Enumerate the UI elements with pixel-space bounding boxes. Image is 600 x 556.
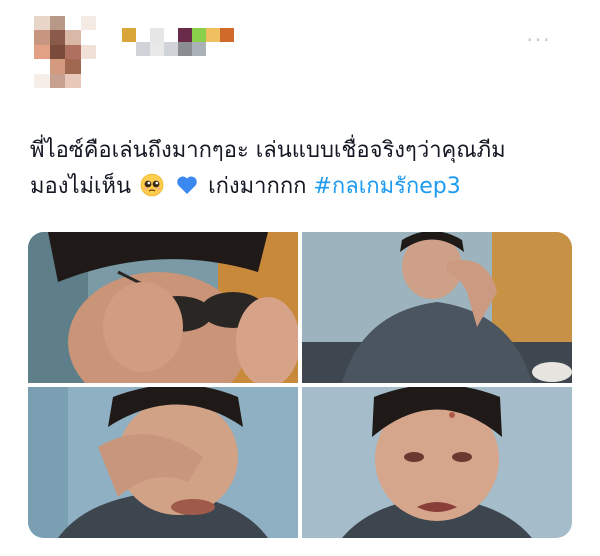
avatar-pixel bbox=[65, 30, 81, 45]
avatar-pixel bbox=[80, 16, 96, 31]
avatar-pixel bbox=[65, 59, 81, 74]
avatar-pixel bbox=[34, 44, 50, 60]
avatar-pixel bbox=[65, 16, 81, 31]
avatar-pixel bbox=[49, 44, 65, 60]
name-pixel bbox=[192, 28, 206, 42]
more-options-icon[interactable]: ··· bbox=[524, 30, 554, 54]
name-pixel bbox=[122, 42, 136, 56]
name-pixel bbox=[206, 28, 220, 42]
avatar-pixel bbox=[80, 73, 96, 88]
tweet-text-line-1: พี่ไอซ์คือเล่นถึงมากๆอะ เล่นแบบเชื่อจริง… bbox=[30, 138, 506, 163]
avatar-pixel bbox=[34, 16, 50, 31]
name-pixel bbox=[220, 28, 234, 42]
avatar-pixel bbox=[49, 30, 65, 45]
name-pixel bbox=[164, 42, 178, 56]
name-pixel bbox=[150, 28, 164, 42]
media-image-4[interactable] bbox=[302, 387, 572, 538]
avatar-pixel bbox=[49, 73, 65, 88]
avatar-pixel bbox=[65, 73, 81, 88]
avatar[interactable] bbox=[34, 16, 96, 88]
avatar-pixel bbox=[34, 73, 50, 88]
tweet-header: ··· bbox=[34, 16, 554, 96]
avatar-pixel bbox=[65, 44, 81, 60]
tweet-text-line-2: มองไม่เห็น เก่งมากกก #กลเกมรักep3 bbox=[30, 169, 570, 209]
name-pixel bbox=[122, 28, 136, 42]
name-pixel bbox=[178, 42, 192, 56]
avatar-pixel bbox=[49, 59, 65, 74]
pleading-face-icon bbox=[140, 173, 164, 209]
tweet-text: พี่ไอซ์คือเล่นถึงมากๆอะ เล่นแบบเชื่อจริง… bbox=[30, 133, 570, 209]
man-crying-image bbox=[302, 387, 572, 538]
name-pixel bbox=[150, 42, 164, 56]
media-image-2[interactable] bbox=[302, 232, 572, 383]
name-pixel bbox=[192, 42, 206, 56]
media-grid bbox=[28, 232, 572, 538]
name-pixel bbox=[206, 42, 220, 56]
media-image-1[interactable] bbox=[28, 232, 298, 383]
name-pixel bbox=[136, 28, 150, 42]
media-image-3[interactable] bbox=[28, 387, 298, 538]
avatar-pixel bbox=[49, 16, 65, 31]
tweet-text-segment: มองไม่เห็น bbox=[30, 174, 132, 199]
author-name-pixelated[interactable] bbox=[122, 28, 234, 56]
hashtag-link[interactable]: #กลเกมรักep3 bbox=[314, 174, 461, 199]
name-pixel bbox=[136, 42, 150, 56]
name-pixel bbox=[220, 42, 234, 56]
man-removing-sunglasses-image bbox=[28, 232, 298, 383]
name-pixel bbox=[178, 28, 192, 42]
tweet-text-segment: เก่งมากกก bbox=[208, 174, 307, 199]
man-hand-on-forehead-image bbox=[302, 232, 572, 383]
name-pixel bbox=[164, 28, 178, 42]
avatar-pixel bbox=[34, 59, 50, 74]
man-covering-face-crying-image bbox=[28, 387, 298, 538]
avatar-pixel bbox=[80, 30, 96, 45]
blue-heart-icon bbox=[175, 173, 199, 209]
avatar-pixel bbox=[80, 59, 96, 74]
avatar-pixel bbox=[80, 44, 96, 60]
avatar-pixel bbox=[34, 30, 50, 45]
